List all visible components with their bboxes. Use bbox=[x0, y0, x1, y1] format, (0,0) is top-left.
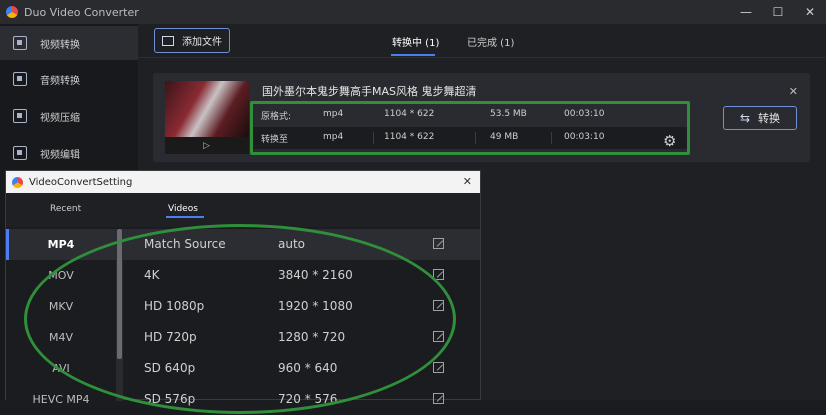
dialog-tabs: Recent Videos bbox=[6, 193, 480, 227]
task-title: 国外墨尔本鬼步舞高手MAS风格 鬼步舞超清 bbox=[262, 85, 477, 98]
column-divider bbox=[551, 132, 552, 144]
resolution-item[interactable]: HD 1080p 1920 * 1080 bbox=[123, 291, 480, 322]
minimize-button[interactable]: — bbox=[730, 0, 762, 24]
resolution-item[interactable]: HD 720p 1280 * 720 bbox=[123, 322, 480, 353]
target-label: 转换至 bbox=[261, 135, 289, 145]
scrollbar-thumb[interactable] bbox=[117, 229, 122, 359]
edit-icon[interactable] bbox=[433, 238, 444, 249]
convert-button[interactable]: ⇆ 转换 bbox=[723, 106, 797, 130]
format-item-m4v[interactable]: M4V bbox=[6, 322, 116, 353]
dialog-close-button[interactable]: ✕ bbox=[463, 175, 472, 188]
target-format: mp4 bbox=[323, 132, 344, 142]
app-title: Duo Video Converter bbox=[24, 5, 139, 19]
column-divider bbox=[373, 132, 374, 144]
resolution-item[interactable]: SD 640p 960 * 640 bbox=[123, 353, 480, 384]
video-edit-icon bbox=[13, 146, 27, 160]
add-file-label: 添加文件 bbox=[182, 37, 222, 48]
conversion-task-card: ▷ 国外墨尔本鬼步舞高手MAS风格 鬼步舞超清 ✕ 原格式: mp4 1104 … bbox=[153, 73, 810, 162]
source-duration: 00:03:10 bbox=[564, 109, 605, 119]
format-list: MP4 MOV MKV M4V AVI HEVC MP4 bbox=[6, 229, 116, 406]
resolution-value: 3840 * 2160 bbox=[278, 268, 353, 282]
resolution-name: 4K bbox=[144, 268, 160, 282]
format-item-mp4[interactable]: MP4 bbox=[6, 229, 116, 260]
resolution-list: Match Source auto 4K 3840 * 2160 HD 1080… bbox=[123, 229, 480, 406]
resolution-value: 960 * 640 bbox=[278, 361, 338, 375]
resolution-name: SD 576p bbox=[144, 392, 196, 406]
resolution-name: SD 640p bbox=[144, 361, 196, 375]
active-tab-indicator bbox=[166, 216, 204, 218]
convert-label: 转换 bbox=[758, 112, 781, 125]
edit-icon[interactable] bbox=[433, 300, 444, 311]
thumbnail-image bbox=[165, 81, 249, 137]
source-resolution: 1104 * 622 bbox=[384, 109, 435, 119]
gear-icon[interactable]: ⚙ bbox=[663, 132, 676, 150]
add-file-button[interactable]: 添加文件 bbox=[154, 28, 230, 53]
sidebar-item-label: 视频压缩 bbox=[40, 112, 80, 124]
sidebar-item-audio-convert[interactable]: 音频转换 bbox=[0, 62, 138, 96]
maximize-button[interactable]: ☐ bbox=[762, 0, 794, 24]
video-convert-icon bbox=[13, 36, 27, 50]
audio-convert-icon bbox=[13, 72, 27, 86]
column-divider bbox=[475, 132, 476, 144]
dialog-title: VideoConvertSetting bbox=[29, 176, 133, 188]
video-thumbnail[interactable]: ▷ bbox=[165, 81, 249, 154]
dialog-title-bar: VideoConvertSetting ✕ bbox=[6, 171, 480, 193]
add-file-icon bbox=[162, 35, 174, 46]
close-window-button[interactable]: ✕ bbox=[794, 0, 826, 24]
edit-icon[interactable] bbox=[433, 331, 444, 342]
resolution-value: 1920 * 1080 bbox=[278, 299, 353, 313]
resolution-name: HD 720p bbox=[144, 330, 197, 344]
active-tab-indicator bbox=[391, 54, 435, 56]
sidebar-item-video-compress[interactable]: 视频压缩 bbox=[0, 99, 138, 133]
sidebar-item-label: 视频编辑 bbox=[40, 149, 80, 161]
resolution-value: 720 * 576 bbox=[278, 392, 338, 406]
resolution-name: HD 1080p bbox=[144, 299, 205, 313]
play-icon[interactable]: ▷ bbox=[203, 141, 210, 151]
source-label: 原格式: bbox=[261, 112, 292, 122]
tab-videos[interactable]: Videos bbox=[168, 204, 198, 214]
format-item-mkv[interactable]: MKV bbox=[6, 291, 116, 322]
app-logo-icon bbox=[6, 6, 18, 18]
target-size: 49 MB bbox=[490, 132, 519, 142]
format-list-scrollbar[interactable] bbox=[116, 229, 123, 401]
video-compress-icon bbox=[13, 109, 27, 123]
resolution-value: 1280 * 720 bbox=[278, 330, 346, 344]
source-info-row: 原格式: mp4 1104 * 622 53.5 MB 00:03:10 bbox=[253, 104, 687, 126]
sidebar-item-label: 视频转换 bbox=[40, 39, 80, 51]
source-format: mp4 bbox=[323, 109, 344, 119]
resolution-item[interactable]: 4K 3840 * 2160 bbox=[123, 260, 480, 291]
title-bar: Duo Video Converter — ☐ ✕ bbox=[0, 0, 826, 24]
tab-converting[interactable]: 转换中 (1) bbox=[392, 34, 439, 49]
toolbar: 添加文件 转换中 (1) 已完成 (1) bbox=[138, 24, 826, 58]
target-info-row[interactable]: 转换至 mp4 1104 * 622 49 MB 00:03:10 ⚙ bbox=[253, 127, 687, 150]
format-info-box: 原格式: mp4 1104 * 622 53.5 MB 00:03:10 转换至… bbox=[250, 101, 690, 155]
tab-recent[interactable]: Recent bbox=[50, 204, 81, 214]
format-item-mov[interactable]: MOV bbox=[6, 260, 116, 291]
resolution-name: Match Source bbox=[144, 237, 226, 251]
edit-icon[interactable] bbox=[433, 269, 444, 280]
sidebar-item-video-convert[interactable]: 视频转换 bbox=[0, 26, 138, 60]
edit-icon[interactable] bbox=[433, 362, 444, 373]
app-logo-icon bbox=[12, 176, 23, 188]
source-size: 53.5 MB bbox=[490, 109, 527, 119]
app-window: Duo Video Converter — ☐ ✕ 视频转换 音频转换 视频压缩… bbox=[0, 0, 826, 414]
remove-task-button[interactable]: ✕ bbox=[789, 85, 798, 98]
resolution-value: auto bbox=[278, 237, 306, 251]
sidebar-item-label: 音频转换 bbox=[40, 75, 80, 87]
target-duration: 00:03:10 bbox=[564, 132, 605, 142]
window-controls: — ☐ ✕ bbox=[730, 0, 826, 24]
edit-icon[interactable] bbox=[433, 393, 444, 404]
swap-arrows-icon: ⇆ bbox=[739, 111, 751, 125]
video-convert-setting-dialog: VideoConvertSetting ✕ Recent Videos MP4 … bbox=[5, 170, 481, 406]
format-item-avi[interactable]: AVI bbox=[6, 353, 116, 384]
sidebar-item-video-edit[interactable]: 视频编辑 bbox=[0, 136, 138, 170]
target-resolution: 1104 * 622 bbox=[384, 132, 435, 142]
resolution-item[interactable]: Match Source auto bbox=[123, 229, 480, 260]
tab-completed[interactable]: 已完成 (1) bbox=[467, 34, 514, 49]
